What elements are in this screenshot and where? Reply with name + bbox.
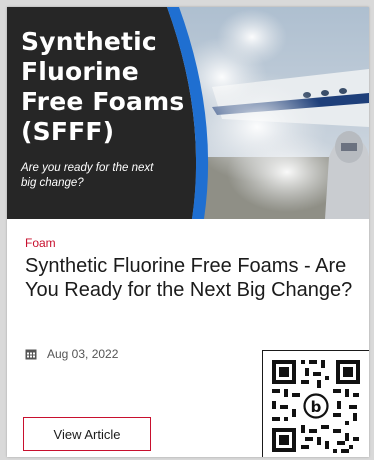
calendar-icon bbox=[25, 349, 37, 360]
article-title[interactable]: Synthetic Fluorine Free Foams - Are You … bbox=[25, 254, 360, 302]
article-date: Aug 03, 2022 bbox=[47, 347, 119, 361]
qr-code-graphic: b bbox=[272, 360, 360, 453]
qr-logo-letter: b bbox=[311, 398, 322, 416]
qr-code-icon[interactable]: b bbox=[262, 350, 369, 457]
view-article-button[interactable]: View Article bbox=[23, 417, 151, 451]
hero-title: Synthetic Fluorine Free Foams (SFFF) bbox=[21, 27, 185, 146]
hero-subtitle: Are you ready for the next big change? bbox=[21, 162, 154, 189]
date-row: Aug 03, 2022 bbox=[25, 347, 118, 361]
hero-image[interactable]: Synthetic Fluorine Free Foams (SFFF) Are… bbox=[7, 7, 369, 219]
category-label[interactable]: Foam bbox=[25, 236, 56, 250]
article-card[interactable]: Synthetic Fluorine Free Foams (SFFF) Are… bbox=[7, 7, 369, 457]
